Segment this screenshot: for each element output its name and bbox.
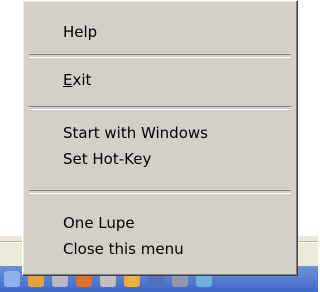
menu-separator [29,190,291,194]
menu-item-label: One Lupe [63,214,135,232]
menu-item-label: xit [72,71,92,89]
menu-item-set-hot-key[interactable]: Set Hot-Key [23,147,297,171]
context-menu: Help Exit Start with Windows Set Hot-Key… [22,0,298,276]
menu-separator [29,54,291,58]
menu-item-label: Start with Windows [63,124,208,142]
menu-item-label: Help [63,23,98,41]
menu-item-exit[interactable]: Exit [23,68,297,92]
menu-item-label: Close this menu [63,240,184,258]
menu-item-close-this-menu[interactable]: Close this menu [23,237,297,261]
menu-item-label: Set Hot-Key [63,150,152,168]
menu-separator [29,106,291,110]
tray-icon-network[interactable] [4,271,20,287]
menu-item-help[interactable]: Help [23,20,297,44]
menu-item-one-lupe[interactable]: One Lupe [23,211,297,235]
menu-item-start-with-windows[interactable]: Start with Windows [23,121,297,145]
